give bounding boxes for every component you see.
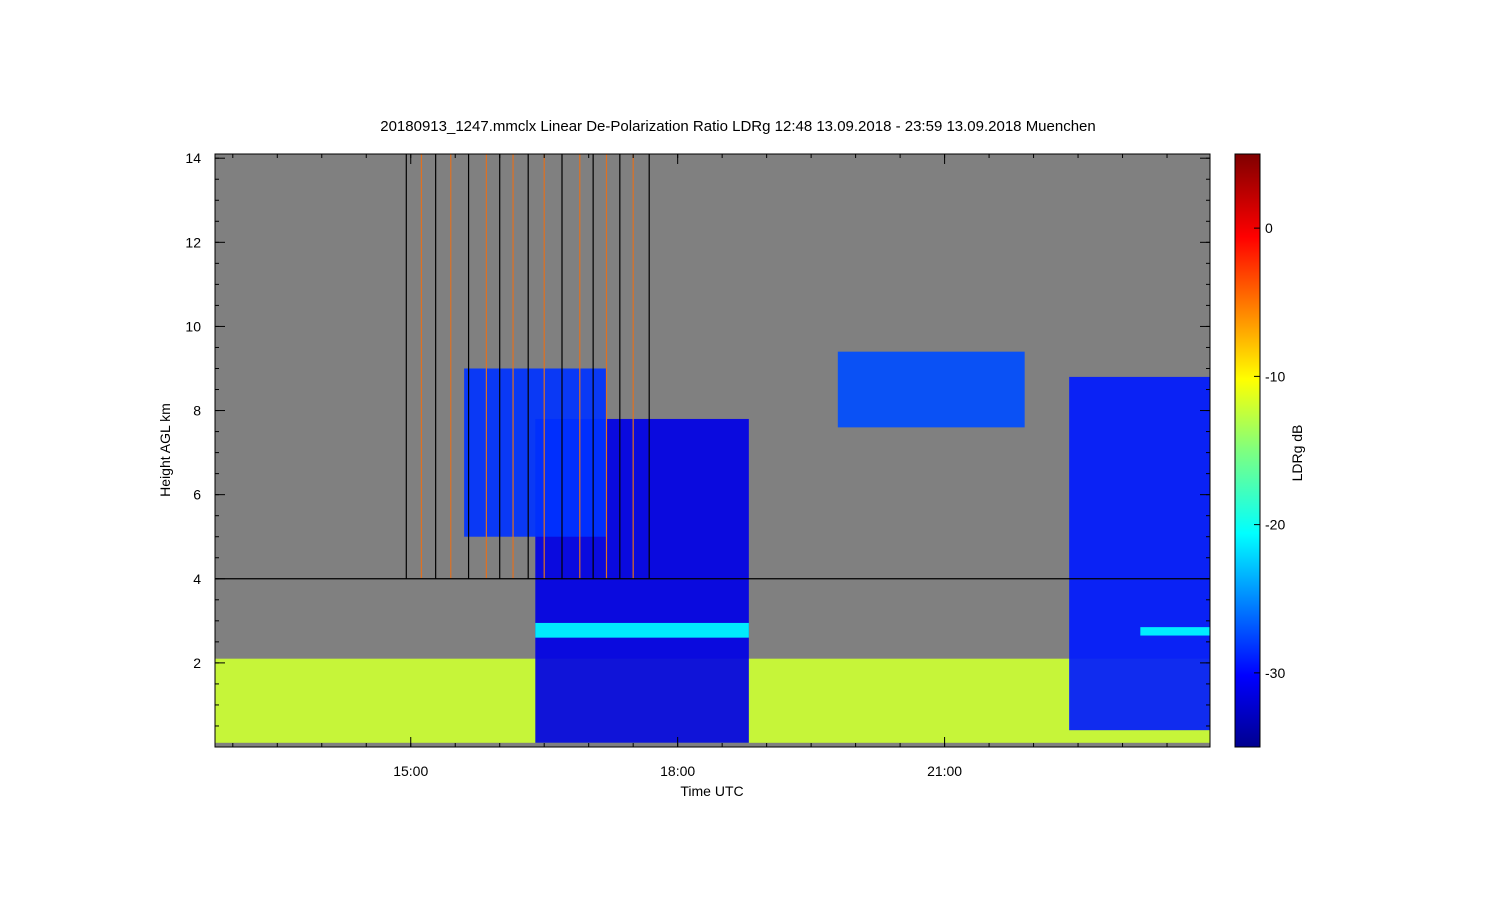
feature-5 xyxy=(1069,376,1210,731)
chart-title: 20180913_1247.mmclx Linear De-Polarizati… xyxy=(380,118,1096,135)
radar-ldr-chart: 20180913_1247.mmclx Linear De-Polarizati… xyxy=(157,118,1305,799)
colorbar-tick-label-3: -30 xyxy=(1265,665,1285,681)
y-axis-label: Height AGL km xyxy=(157,403,173,497)
colorbar-tick-label-1: -10 xyxy=(1265,368,1285,384)
x-tick-label-0: 15:00 xyxy=(393,763,428,779)
y-tick-label-5: 12 xyxy=(185,234,201,250)
y-tick-label-6: 14 xyxy=(185,150,201,166)
colorbar-label: LDRg dB xyxy=(1289,425,1305,482)
y-tick-label-0: 2 xyxy=(193,655,201,671)
feature-4 xyxy=(837,351,1025,428)
y-tick-label-1: 4 xyxy=(193,571,201,587)
feature-6 xyxy=(1140,627,1210,636)
y-tick-label-2: 6 xyxy=(193,487,201,503)
colorbar-tick-label-2: -20 xyxy=(1265,517,1285,533)
y-tick-label-4: 10 xyxy=(185,318,201,334)
y-tick-label-3: 8 xyxy=(193,403,201,419)
x-axis-label: Time UTC xyxy=(680,783,743,799)
feature-2 xyxy=(535,622,749,638)
colorbar xyxy=(1234,153,1261,748)
x-tick-label-1: 18:00 xyxy=(660,763,695,779)
x-tick-label-2: 21:00 xyxy=(927,763,962,779)
feature-3 xyxy=(464,368,607,537)
colorbar-tick-label-0: 0 xyxy=(1265,220,1273,236)
